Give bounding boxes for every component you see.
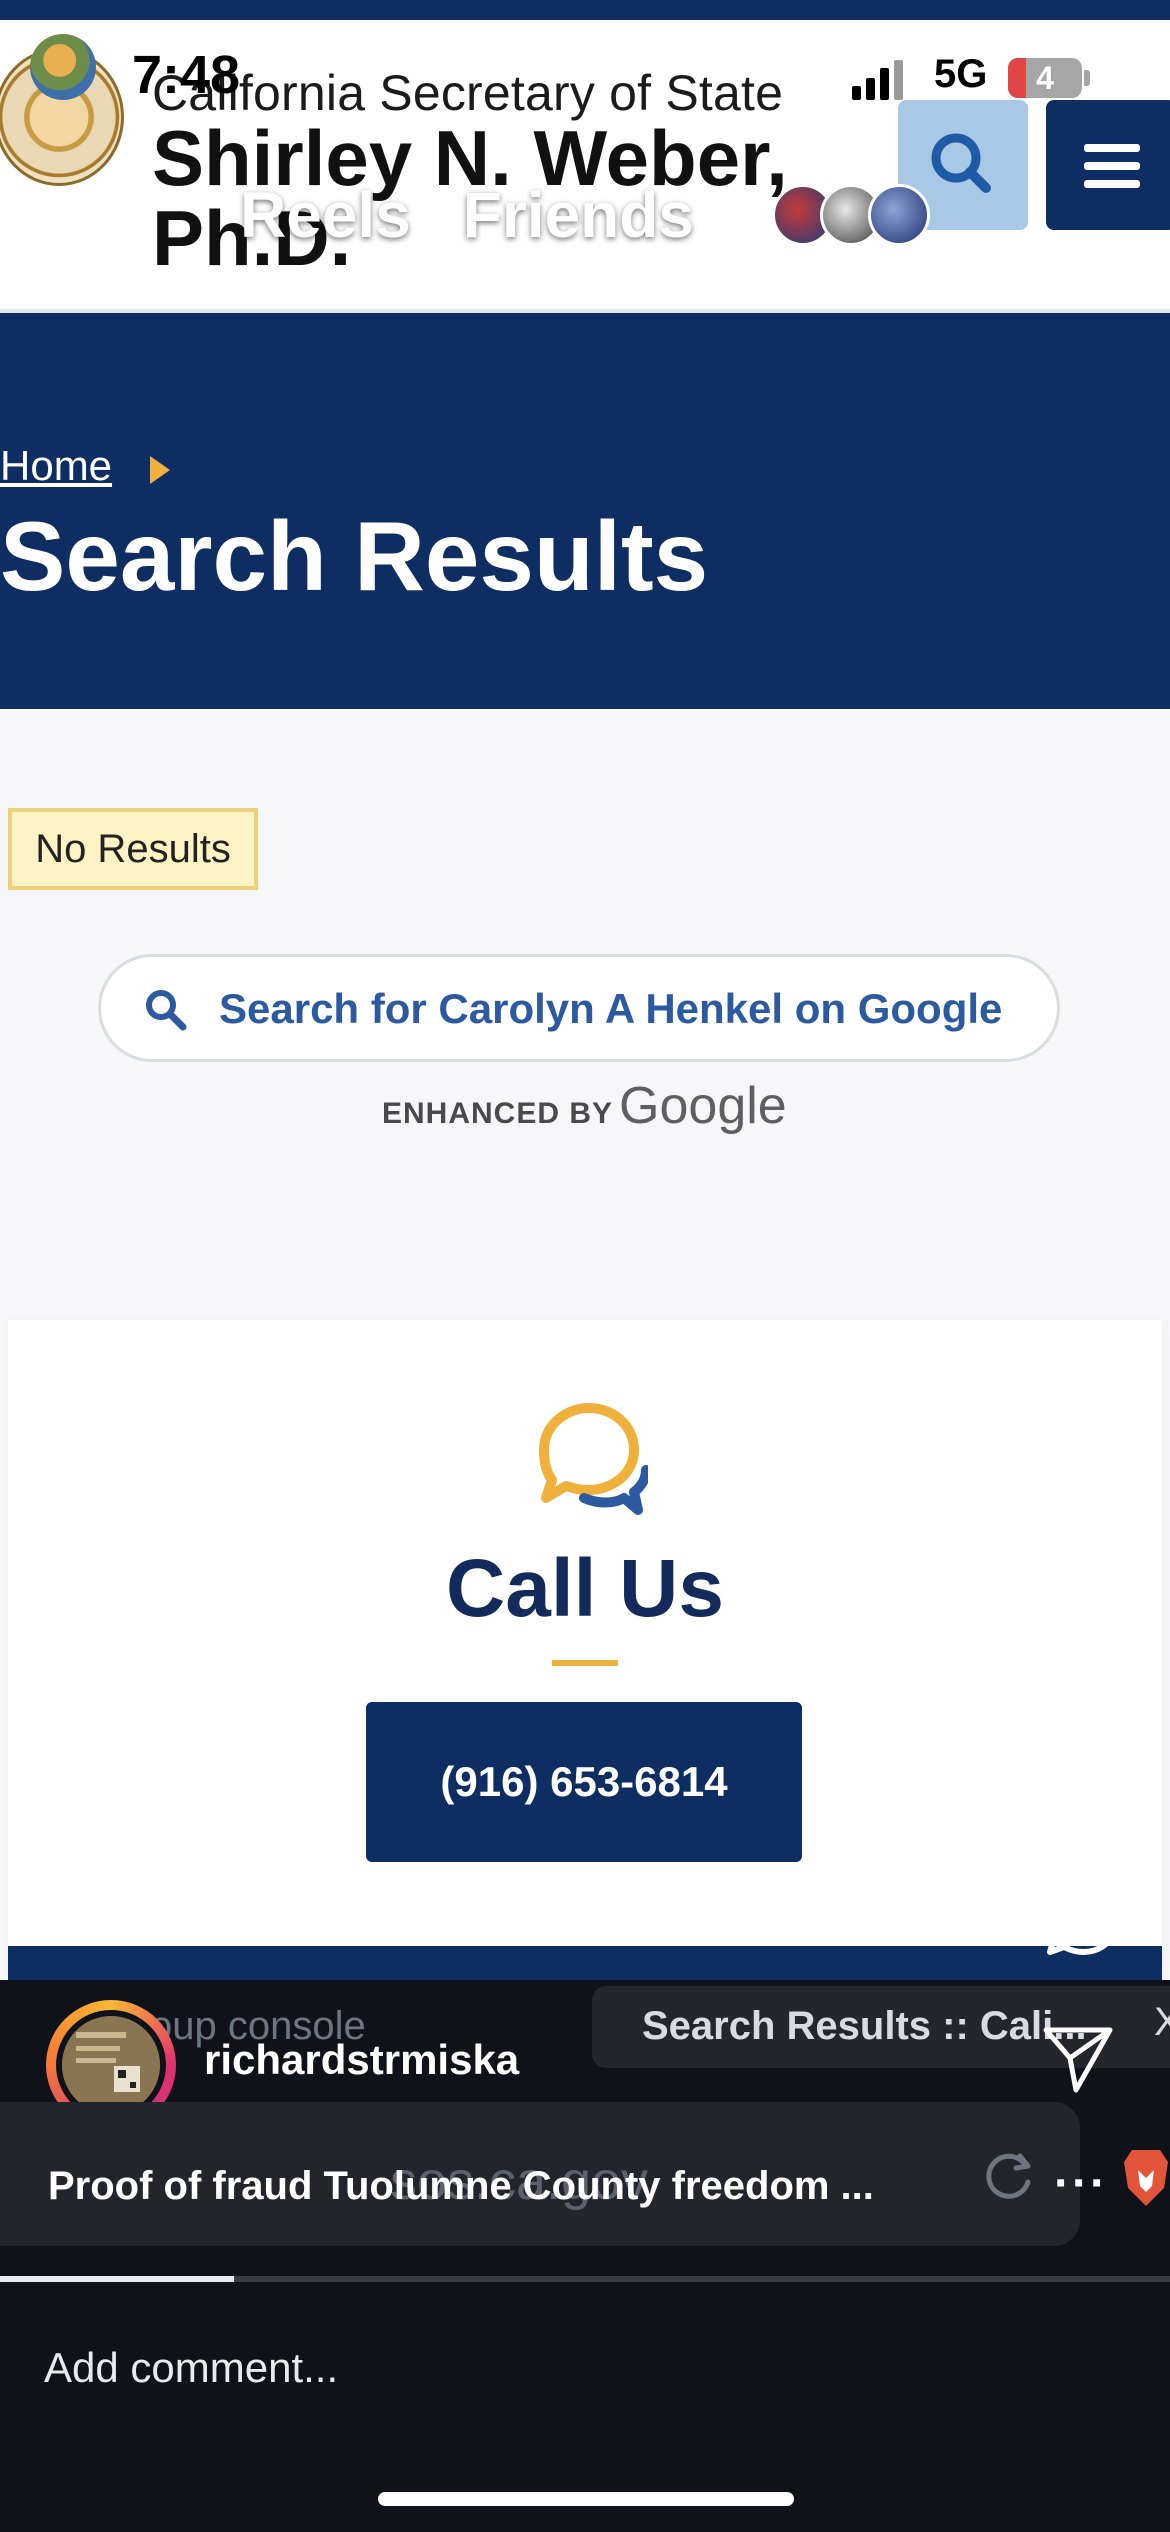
page-title: Search Results bbox=[0, 501, 709, 611]
video-progress-fill bbox=[0, 2276, 234, 2282]
no-results-notice: No Results bbox=[8, 808, 258, 890]
add-comment-field[interactable]: Add comment... bbox=[44, 2344, 338, 2392]
instagram-top-tabs: Reels Friends bbox=[240, 178, 694, 252]
tab-reels[interactable]: Reels bbox=[240, 179, 411, 251]
more-icon[interactable]: ··· bbox=[1054, 2156, 1108, 2211]
friend-avatar[interactable] bbox=[868, 184, 930, 246]
breadcrumb-home-link[interactable]: Home bbox=[0, 442, 112, 490]
brave-lion-icon[interactable] bbox=[1122, 2144, 1170, 2210]
avatar[interactable] bbox=[62, 2016, 160, 2114]
google-wordmark: Google bbox=[619, 1077, 787, 1135]
chat-bubbles-icon bbox=[539, 1403, 648, 1515]
top-strip bbox=[0, 0, 1170, 20]
call-us-title: Call Us bbox=[446, 1543, 724, 1634]
battery-icon: 4 bbox=[1008, 58, 1082, 98]
header-menu-button[interactable] bbox=[1046, 100, 1170, 230]
post-username[interactable]: richardstrmiska bbox=[204, 2036, 519, 2084]
breadcrumb-arrow-icon bbox=[150, 456, 170, 484]
title-underline bbox=[552, 1660, 618, 1666]
comment-icon[interactable] bbox=[1040, 1876, 1126, 1962]
post-caption[interactable]: Proof of fraud Tuolumne County freedom .… bbox=[48, 2164, 874, 2209]
tab-friends[interactable]: Friends bbox=[463, 179, 694, 251]
browser-tab-close[interactable]: X bbox=[1154, 2000, 1170, 2045]
network-type: 5G bbox=[934, 52, 988, 96]
battery-cap bbox=[1084, 70, 1090, 86]
enhanced-by-google: ENHANCED BY Google bbox=[382, 1076, 787, 1136]
browser-tab-title: Search Results :: Cali... bbox=[642, 2004, 1087, 2048]
status-time: 7:48 bbox=[132, 45, 241, 105]
battery-level-text: 4 bbox=[1036, 60, 1054, 96]
heart-icon[interactable] bbox=[1036, 1740, 1122, 1820]
phone-number-button[interactable]: (916) 653-6814 bbox=[366, 1702, 802, 1862]
send-icon[interactable] bbox=[1040, 2020, 1116, 2096]
search-icon bbox=[146, 990, 187, 1031]
google-search-button[interactable]: Search for Carolyn A Henkel on Google bbox=[98, 954, 1060, 1062]
hamburger-menu-icon bbox=[1084, 144, 1140, 152]
reload-icon[interactable] bbox=[980, 2146, 1038, 2204]
google-search-label: Search for Carolyn A Henkel on Google bbox=[219, 985, 1003, 1032]
avatar-thumbnail bbox=[62, 2016, 160, 2114]
seal-emblem bbox=[30, 34, 96, 100]
home-indicator[interactable] bbox=[378, 2492, 794, 2506]
enhanced-by-text: ENHANCED BY bbox=[382, 1097, 614, 1130]
